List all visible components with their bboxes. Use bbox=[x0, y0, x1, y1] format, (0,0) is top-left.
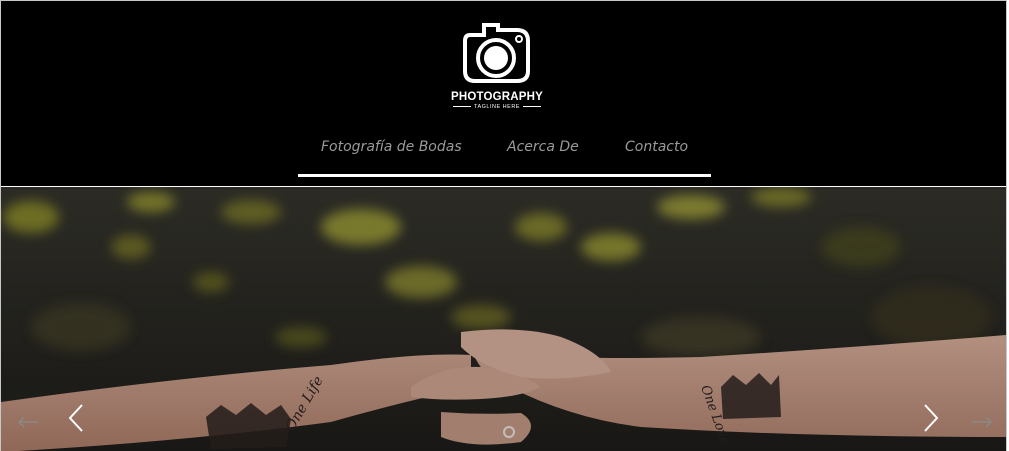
chevron-right-icon[interactable] bbox=[922, 403, 940, 438]
site-logo[interactable]: PHOTOGRAPHY TAGLINE HERE bbox=[450, 21, 544, 113]
page-frame: PHOTOGRAPHY TAGLINE HERE Fotografía de B… bbox=[0, 0, 1007, 451]
camera-icon bbox=[463, 23, 530, 83]
arrow-right-icon[interactable] bbox=[971, 415, 993, 433]
hero-slider: One Life One Love bbox=[1, 187, 1006, 451]
nav-item-wedding-photography[interactable]: Fotografía de Bodas bbox=[321, 139, 462, 155]
arrow-left-icon[interactable] bbox=[17, 415, 39, 433]
site-header: PHOTOGRAPHY TAGLINE HERE Fotografía de B… bbox=[1, 1, 1006, 186]
chevron-left-icon[interactable] bbox=[67, 403, 85, 438]
main-nav: Fotografía de Bodas Acerca De Contacto bbox=[298, 129, 711, 177]
logo-title: PHOTOGRAPHY bbox=[450, 91, 544, 103]
nav-item-about[interactable]: Acerca De bbox=[507, 139, 579, 155]
logo-tagline: TAGLINE HERE bbox=[450, 104, 544, 110]
hero-photo: One Life One Love bbox=[1, 187, 1006, 451]
nav-item-contact[interactable]: Contacto bbox=[625, 139, 688, 155]
